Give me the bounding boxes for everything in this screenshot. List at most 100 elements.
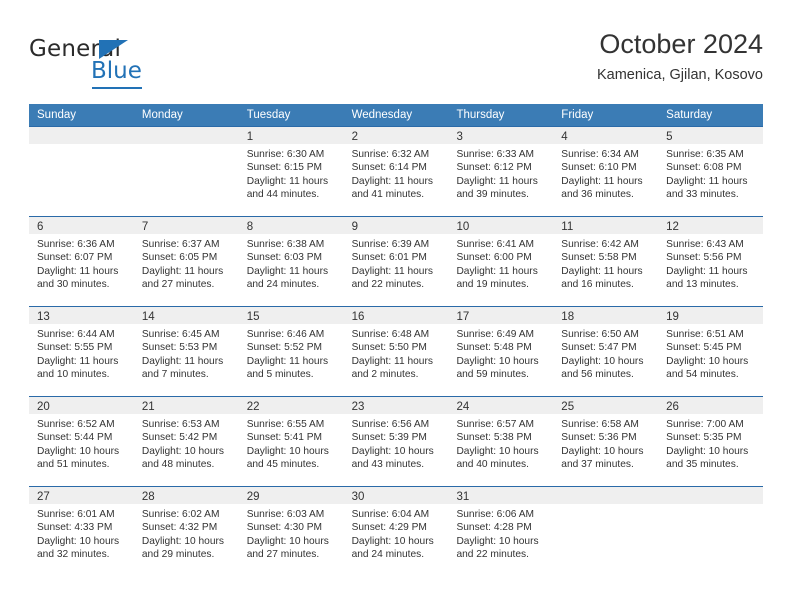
calendar-day-cell[interactable]: 13 Sunrise: 6:44 AM Sunset: 5:55 PM Dayligh… bbox=[29, 306, 134, 396]
calendar-day-cell[interactable]: 1 Sunrise: 6:30 AM Sunset: 6:15 PM Daylight… bbox=[238, 126, 344, 216]
calendar-day-cell[interactable]: 18 Sunrise: 6:50 AM Sunset: 5:47 PM Dayligh… bbox=[553, 306, 659, 396]
calendar-week-row: 20 Sunrise: 6:52 AM Sunset: 5:44 PM Dayligh… bbox=[29, 396, 764, 486]
daylight-text: Daylight: 11 hours and 2 minutes. bbox=[351, 355, 433, 381]
day-number: 26 bbox=[666, 401, 679, 413]
calendar-day-cell[interactable]: 16 Sunrise: 6:48 AM Sunset: 5:50 PM Dayligh… bbox=[343, 306, 449, 396]
day-sun-info: Sunrise: 6:01 AM Sunset: 4:33 PM Daylight:… bbox=[29, 504, 134, 562]
sunset-text: Sunset: 4:28 PM bbox=[456, 522, 532, 534]
sunrise-text: Sunrise: 6:44 AM bbox=[37, 329, 115, 340]
calendar-day-cell[interactable]: 30 Sunrise: 6:04 AM Sunset: 4:29 PM Dayligh… bbox=[343, 486, 449, 576]
calendar-day-cell[interactable]: 31 Sunrise: 6:06 AM Sunset: 4:28 PM Dayligh… bbox=[448, 486, 554, 576]
day-number-band: 21 bbox=[133, 397, 239, 414]
day-number-band: 31 bbox=[448, 487, 554, 504]
day-number: 24 bbox=[456, 401, 470, 413]
day-number-band: 12 bbox=[658, 217, 764, 234]
day-number: 2 bbox=[351, 131, 358, 143]
day-sun-info: Sunrise: 6:52 AM Sunset: 5:44 PM Daylight:… bbox=[29, 414, 134, 472]
calendar-day-cell[interactable]: 10 Sunrise: 6:41 AM Sunset: 6:00 PM Dayligh… bbox=[448, 216, 554, 306]
sunset-text: Sunset: 6:05 PM bbox=[141, 252, 218, 264]
calendar-day-cell[interactable]: 2 Sunrise: 6:32 AM Sunset: 6:14 PM Daylight… bbox=[343, 126, 449, 216]
weekday-header-sunday: Sunday bbox=[37, 109, 77, 121]
calendar-day-cell[interactable]: 8 Sunrise: 6:38 AM Sunset: 6:03 PM Daylight… bbox=[238, 216, 344, 306]
calendar-day-cell[interactable]: 7 Sunrise: 6:37 AM Sunset: 6:05 PM Daylight… bbox=[133, 216, 239, 306]
sunrise-text: Sunrise: 6:57 AM bbox=[456, 419, 535, 430]
day-number: 22 bbox=[246, 401, 260, 413]
day-sun-info: Sunrise: 6:57 AM Sunset: 5:38 PM Daylight:… bbox=[448, 414, 553, 472]
calendar-day-cell-empty bbox=[29, 126, 134, 216]
logo-text-blue: Blue bbox=[91, 58, 142, 84]
sunrise-text: Sunrise: 6:46 AM bbox=[246, 329, 325, 340]
calendar-day-cell[interactable]: 6 Sunrise: 6:36 AM Sunset: 6:07 PM Daylight… bbox=[29, 216, 134, 306]
sunrise-text: Sunrise: 6:32 AM bbox=[351, 149, 430, 160]
day-number-band: 30 bbox=[343, 487, 449, 504]
day-number-band: 19 bbox=[658, 307, 764, 324]
day-sun-info: Sunrise: 6:58 AM Sunset: 5:36 PM Daylight:… bbox=[553, 414, 658, 472]
day-number: 16 bbox=[351, 311, 365, 323]
day-number-band: 2 bbox=[343, 127, 449, 144]
calendar-week-row: 27 Sunrise: 6:01 AM Sunset: 4:33 PM Dayligh… bbox=[29, 486, 764, 576]
day-number-band: 28 bbox=[133, 487, 239, 504]
daylight-text: Daylight: 10 hours and 45 minutes. bbox=[246, 445, 329, 471]
calendar-day-cell[interactable]: 26 Sunrise: 7:00 AM Sunset: 5:35 PM Dayligh… bbox=[658, 396, 764, 486]
day-sun-info: Sunrise: 6:32 AM Sunset: 6:14 PM Daylight:… bbox=[344, 144, 449, 202]
calendar-day-cell[interactable]: 19 Sunrise: 6:51 AM Sunset: 5:45 PM Dayligh… bbox=[658, 306, 764, 396]
sunrise-text: Sunrise: 6:02 AM bbox=[141, 509, 220, 520]
day-sun-info: Sunrise: 6:04 AM Sunset: 4:29 PM Daylight:… bbox=[344, 504, 449, 562]
day-sun-info: Sunrise: 6:49 AM Sunset: 5:48 PM Daylight:… bbox=[448, 324, 553, 382]
weekday-header-tuesday: Tuesday bbox=[246, 109, 291, 121]
calendar-day-cell[interactable]: 12 Sunrise: 6:43 AM Sunset: 5:56 PM Dayligh… bbox=[658, 216, 764, 306]
day-sun-info: Sunrise: 6:30 AM Sunset: 6:15 PM Daylight:… bbox=[239, 144, 344, 202]
sunrise-text: Sunrise: 6:51 AM bbox=[666, 329, 744, 340]
sunrise-text: Sunrise: 6:03 AM bbox=[246, 509, 325, 520]
calendar-day-cell[interactable]: 11 Sunrise: 6:42 AM Sunset: 5:58 PM Dayligh… bbox=[553, 216, 659, 306]
daylight-text: Daylight: 11 hours and 44 minutes. bbox=[246, 175, 329, 201]
calendar-day-cell[interactable]: 3 Sunrise: 6:33 AM Sunset: 6:12 PM Daylight… bbox=[448, 126, 554, 216]
sunrise-text: Sunrise: 6:37 AM bbox=[141, 239, 220, 250]
calendar-day-cell[interactable]: 24 Sunrise: 6:57 AM Sunset: 5:38 PM Dayligh… bbox=[448, 396, 554, 486]
day-number: 10 bbox=[456, 221, 470, 233]
calendar-weeks: 1 Sunrise: 6:30 AM Sunset: 6:15 PM Daylight… bbox=[29, 126, 764, 576]
calendar-day-cell[interactable]: 9 Sunrise: 6:39 AM Sunset: 6:01 PM Daylight… bbox=[343, 216, 449, 306]
calendar-day-cell[interactable]: 28 Sunrise: 6:02 AM Sunset: 4:32 PM Dayligh… bbox=[133, 486, 239, 576]
day-number-band: 6 bbox=[29, 217, 134, 234]
calendar-day-cell[interactable]: 22 Sunrise: 6:55 AM Sunset: 5:41 PM Dayligh… bbox=[238, 396, 344, 486]
daylight-text: Daylight: 11 hours and 39 minutes. bbox=[456, 175, 538, 201]
day-number-band bbox=[553, 487, 659, 504]
day-number-band: 3 bbox=[448, 127, 554, 144]
calendar-day-cell[interactable]: 21 Sunrise: 6:53 AM Sunset: 5:42 PM Dayligh… bbox=[133, 396, 239, 486]
calendar-day-cell[interactable]: 14 Sunrise: 6:45 AM Sunset: 5:53 PM Dayligh… bbox=[133, 306, 239, 396]
day-number-band: 22 bbox=[238, 397, 344, 414]
day-number: 4 bbox=[561, 131, 568, 143]
sunset-text: Sunset: 5:38 PM bbox=[456, 432, 532, 444]
sunset-text: Sunset: 5:41 PM bbox=[246, 432, 323, 444]
daylight-text: Daylight: 10 hours and 35 minutes. bbox=[666, 445, 749, 471]
sunrise-text: Sunrise: 6:06 AM bbox=[456, 509, 535, 520]
day-sun-info: Sunrise: 6:38 AM Sunset: 6:03 PM Daylight:… bbox=[239, 234, 344, 292]
day-number: 17 bbox=[456, 311, 470, 323]
calendar-day-cell[interactable]: 27 Sunrise: 6:01 AM Sunset: 4:33 PM Dayligh… bbox=[29, 486, 134, 576]
calendar-day-cell[interactable]: 25 Sunrise: 6:58 AM Sunset: 5:36 PM Dayligh… bbox=[553, 396, 659, 486]
day-number-band: 16 bbox=[343, 307, 449, 324]
calendar-day-cell[interactable]: 23 Sunrise: 6:56 AM Sunset: 5:39 PM Dayligh… bbox=[343, 396, 449, 486]
day-number: 27 bbox=[37, 491, 50, 503]
calendar-day-cell[interactable]: 15 Sunrise: 6:46 AM Sunset: 5:52 PM Dayligh… bbox=[238, 306, 344, 396]
day-number: 11 bbox=[561, 221, 574, 233]
daylight-text: Daylight: 10 hours and 43 minutes. bbox=[351, 445, 434, 471]
day-sun-info: Sunrise: 6:37 AM Sunset: 6:05 PM Daylight:… bbox=[134, 234, 239, 292]
daylight-text: Daylight: 11 hours and 7 minutes. bbox=[141, 355, 224, 381]
calendar-day-cell[interactable]: 4 Sunrise: 6:34 AM Sunset: 6:10 PM Daylight… bbox=[553, 126, 659, 216]
calendar-day-cell[interactable]: 20 Sunrise: 6:52 AM Sunset: 5:44 PM Dayligh… bbox=[29, 396, 134, 486]
calendar-day-cell[interactable]: 17 Sunrise: 6:49 AM Sunset: 5:48 PM Dayligh… bbox=[448, 306, 554, 396]
calendar-day-cell[interactable]: 5 Sunrise: 6:35 AM Sunset: 6:08 PM Daylight… bbox=[658, 126, 764, 216]
day-sun-info: Sunrise: 6:06 AM Sunset: 4:28 PM Daylight:… bbox=[448, 504, 553, 562]
calendar-week-row: 13 Sunrise: 6:44 AM Sunset: 5:55 PM Dayligh… bbox=[29, 306, 764, 396]
day-sun-info: Sunrise: 6:41 AM Sunset: 6:00 PM Daylight:… bbox=[448, 234, 553, 292]
day-sun-info: Sunrise: 6:35 AM Sunset: 6:08 PM Daylight:… bbox=[658, 144, 763, 202]
sunrise-text: Sunrise: 6:48 AM bbox=[351, 329, 430, 340]
day-number: 20 bbox=[37, 401, 50, 413]
calendar-day-cell[interactable]: 29 Sunrise: 6:03 AM Sunset: 4:30 PM Dayligh… bbox=[238, 486, 344, 576]
day-number: 1 bbox=[246, 131, 254, 143]
daylight-text: Daylight: 11 hours and 30 minutes. bbox=[37, 265, 119, 291]
logo-underline bbox=[92, 87, 142, 89]
day-sun-info: Sunrise: 6:03 AM Sunset: 4:30 PM Daylight:… bbox=[239, 504, 344, 562]
